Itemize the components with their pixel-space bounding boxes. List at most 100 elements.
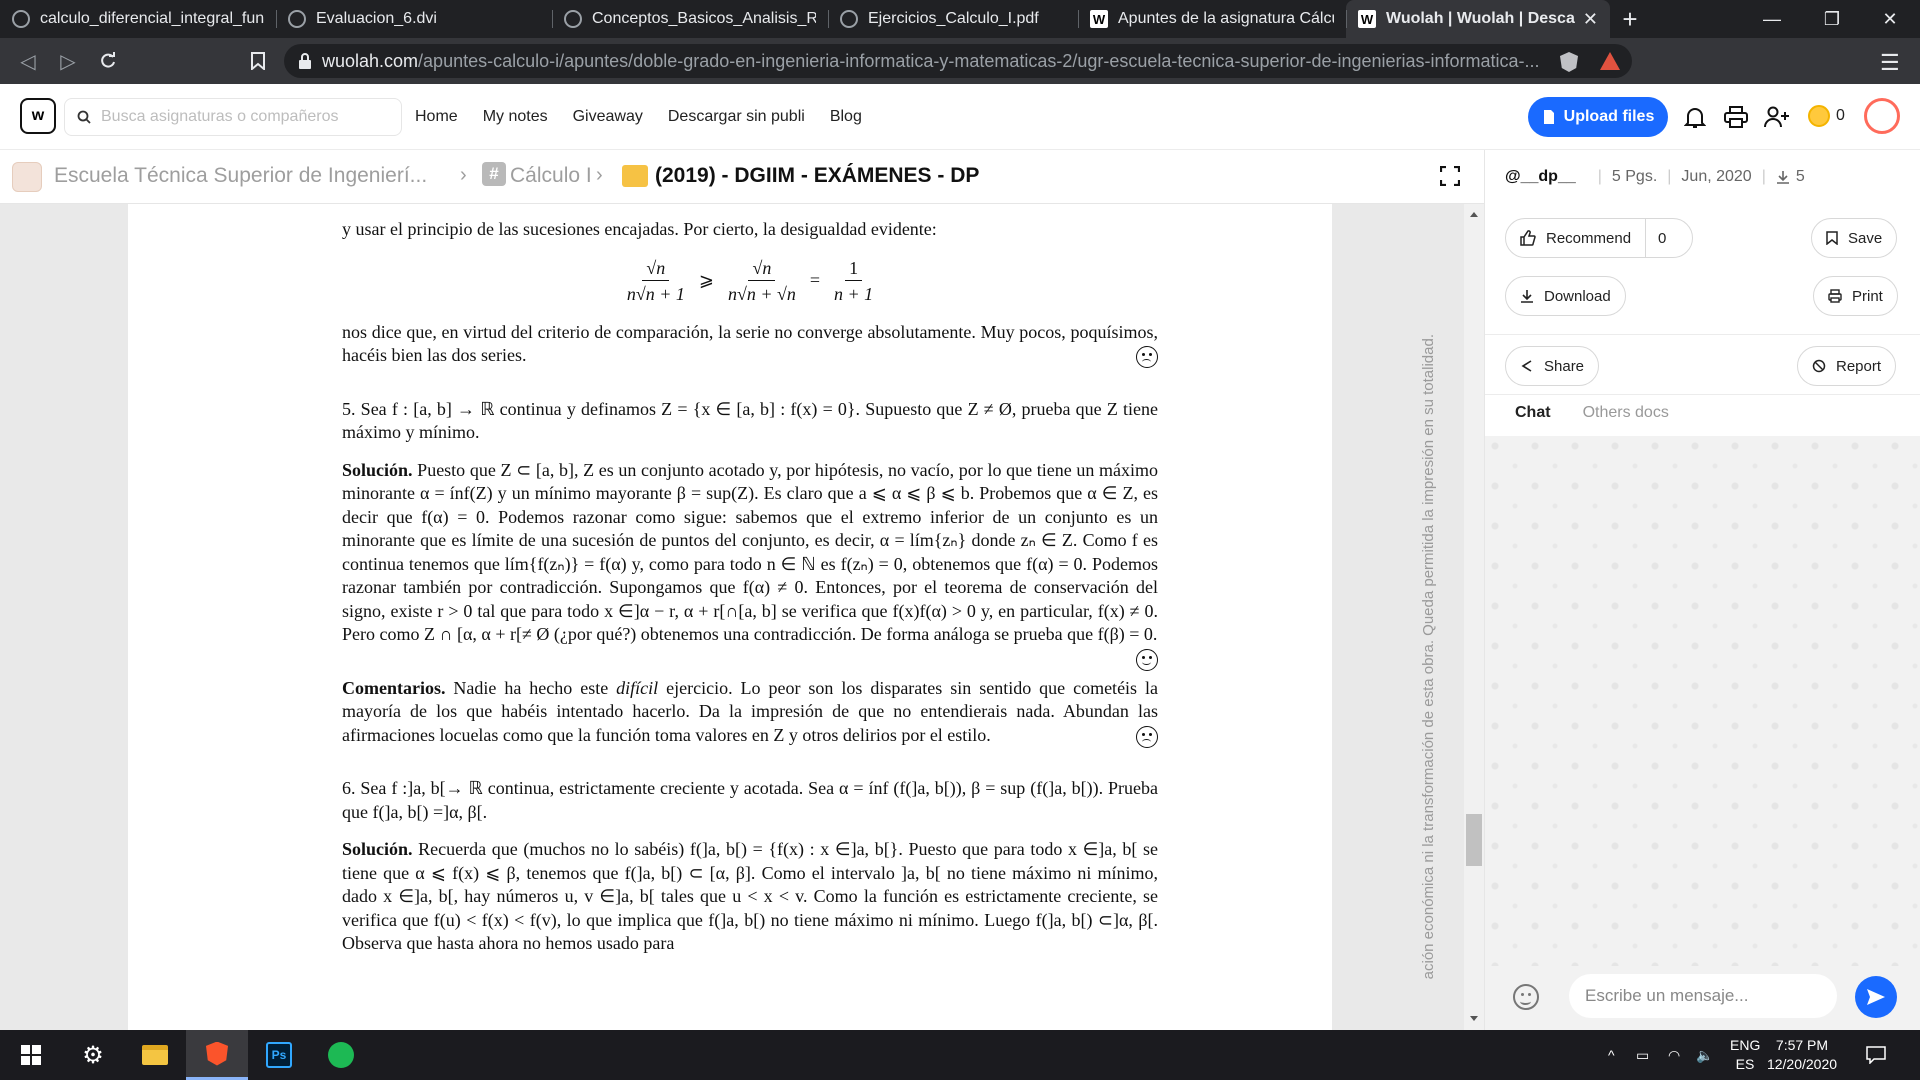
battery-icon[interactable]: ▭ <box>1636 1030 1649 1080</box>
brave-browser-icon[interactable] <box>186 1030 248 1080</box>
browser-tab[interactable]: Evaluacion_6.dvi <box>276 0 552 38</box>
share-icon <box>1521 360 1532 372</box>
coin-balance[interactable]: 0 <box>1808 105 1845 127</box>
relation-symbol: = <box>809 270 821 291</box>
menu-icon[interactable]: ☰ <box>1880 50 1900 76</box>
document-scrollbar[interactable] <box>1464 204 1484 1030</box>
clock-time: 7:57 PM <box>1775 1037 1829 1053</box>
fraction-denominator: n√n + √n <box>727 283 796 304</box>
reload-button[interactable] <box>88 41 128 81</box>
inequality-formula: √n n√n + 1 ⩾ √n n√n + √n = 1n + 1 <box>342 256 1158 307</box>
share-button[interactable]: Share <box>1505 346 1600 386</box>
spotify-icon[interactable] <box>310 1030 372 1080</box>
scroll-down-icon[interactable] <box>1470 1016 1478 1021</box>
exercise-6-solution: Solución. Recuerda que (muchos no lo sab… <box>342 838 1158 956</box>
system-clock[interactable]: 7:57 PM 12/20/2020 <box>1752 1036 1852 1074</box>
report-icon <box>1812 359 1826 373</box>
folder-icon <box>622 165 648 187</box>
show-hidden-icons[interactable]: ^ <box>1608 1030 1615 1080</box>
bell-icon[interactable] <box>1680 102 1710 132</box>
tab-others-docs[interactable]: Others docs <box>1583 404 1669 422</box>
browser-tab[interactable]: calculo_diferencial_integral_func_u <box>0 0 276 38</box>
recommend-button[interactable]: Recommend 0 <box>1505 218 1693 258</box>
nav-my-notes[interactable]: My notes <box>483 108 548 126</box>
share-label: Share <box>1544 357 1585 375</box>
subject-hash-icon: # <box>482 162 506 186</box>
breadcrumb-school[interactable]: Escuela Técnica Superior de Ingenierí... <box>54 164 427 188</box>
tab-title: Conceptos_Basicos_Analisis_Real.p <box>592 10 816 27</box>
solution-label: Solución. <box>342 839 413 859</box>
browser-tab-active[interactable]: W Wuolah | Wuolah | Descarga ✕ <box>1346 0 1610 38</box>
new-tab-button[interactable]: + <box>1610 0 1650 38</box>
emoji-icon[interactable] <box>1513 984 1539 1010</box>
browser-tab[interactable]: W Apuntes de la asignatura Cálculo I <box>1078 0 1346 38</box>
tab-chat[interactable]: Chat <box>1515 404 1551 422</box>
back-button[interactable]: ◁ <box>8 41 48 81</box>
document-viewer[interactable]: y usar el principio de las sucesiones en… <box>0 204 1484 1030</box>
sad-face-icon <box>1136 725 1158 748</box>
download-button[interactable]: Download <box>1505 276 1626 316</box>
nav-descargar-sin-publi[interactable]: Descargar sin publi <box>668 108 805 126</box>
scrollbar-thumb[interactable] <box>1466 814 1482 866</box>
download-label: Download <box>1544 287 1611 305</box>
browser-tab[interactable]: Ejercicios_Calculo_I.pdf <box>828 0 1078 38</box>
document-side-panel: @__dp__ | 5 Pgs. | Jun, 2020 | 5 Recomme… <box>1484 150 1920 1030</box>
scroll-up-icon[interactable] <box>1470 212 1478 217</box>
browser-tab[interactable]: Conceptos_Basicos_Analisis_Real.p <box>552 0 828 38</box>
comments-text: Nadie ha hecho este <box>445 677 617 698</box>
message-box[interactable] <box>1569 974 1837 1018</box>
photoshop-icon[interactable]: Ps <box>248 1030 310 1080</box>
forward-button[interactable]: ▷ <box>48 41 88 81</box>
settings-gear-icon[interactable]: ⚙ <box>62 1030 124 1080</box>
search-input[interactable] <box>101 108 381 126</box>
minimize-button[interactable]: — <box>1742 0 1802 38</box>
url-field[interactable]: wuolah.com/apuntes-calculo-i/apuntes/dob… <box>284 44 1632 78</box>
windows-start-icon[interactable] <box>0 1030 62 1080</box>
nav-blog[interactable]: Blog <box>830 108 862 126</box>
print-icon[interactable] <box>1721 102 1751 132</box>
file-explorer-icon[interactable] <box>124 1030 186 1080</box>
search-box[interactable] <box>64 98 402 136</box>
breadcrumb-subject[interactable]: Cálculo I <box>510 164 592 188</box>
save-button[interactable]: Save <box>1811 218 1898 258</box>
nav-home[interactable]: Home <box>415 108 458 126</box>
message-input[interactable] <box>1585 986 1825 1006</box>
add-user-icon[interactable] <box>1762 102 1792 132</box>
exercise-5-comments: Comentarios. Nadie ha hecho este difícil… <box>342 677 1158 748</box>
document-page: y usar el principio de las sucesiones en… <box>128 204 1437 1030</box>
bookmark-icon[interactable] <box>238 41 278 81</box>
print-button[interactable]: Print <box>1813 276 1898 316</box>
nav-giveaway[interactable]: Giveaway <box>573 108 643 126</box>
close-window-button[interactable]: ✕ <box>1860 0 1920 38</box>
chevron-right-icon: › <box>460 164 467 186</box>
wuolah-icon: W <box>1358 10 1376 28</box>
download-count-icon <box>1776 171 1789 184</box>
wuolah-logo[interactable]: w <box>20 98 56 134</box>
fullscreen-icon[interactable] <box>1439 165 1461 187</box>
avatar[interactable] <box>1864 98 1900 134</box>
upload-files-button[interactable]: Upload files <box>1528 97 1668 137</box>
author-username[interactable]: @__dp__ <box>1505 168 1576 186</box>
volume-muted-icon[interactable]: 🔈 <box>1696 1030 1713 1080</box>
wuolah-icon: W <box>1090 10 1108 28</box>
chat-messages[interactable] <box>1485 436 1920 966</box>
maximize-button[interactable]: ❐ <box>1802 0 1862 38</box>
site-header: w Home My notes Giveaway Descargar sin p… <box>0 84 1920 150</box>
url-path: /apuntes-calculo-i/apuntes/doble-grado-e… <box>418 50 1540 71</box>
paragraph: nos dice que, en virtud del criterio de … <box>342 321 1158 368</box>
brave-rewards-icon[interactable] <box>1600 52 1620 70</box>
send-button[interactable] <box>1855 976 1897 1018</box>
upload-label: Upload files <box>1563 108 1655 125</box>
chevron-right-icon: › <box>596 164 603 186</box>
notifications-icon[interactable] <box>1866 1030 1886 1080</box>
breadcrumb-folder[interactable]: (2019) - DGIIM - EXÁMENES - DP <box>655 164 979 188</box>
report-button[interactable]: Report <box>1797 346 1897 386</box>
solution-text: Recuerda que (muchos no lo sabéis) f(]a,… <box>342 839 1158 953</box>
fraction-denominator: n√n + 1 <box>626 283 685 304</box>
address-bar: ◁ ▷ wuolah.com/apuntes-calculo-i/apuntes… <box>0 38 1920 84</box>
document-meta: @__dp__ | 5 Pgs. | Jun, 2020 | 5 <box>1505 168 1805 186</box>
wifi-icon[interactable]: ◠ <box>1668 1030 1680 1080</box>
exercise-6-statement: 6. Sea f :]a, b[→ ℝ continua, estrictame… <box>342 778 1158 822</box>
close-tab-icon[interactable]: ✕ <box>1583 9 1598 30</box>
tab-title: Evaluacion_6.dvi <box>316 10 437 27</box>
